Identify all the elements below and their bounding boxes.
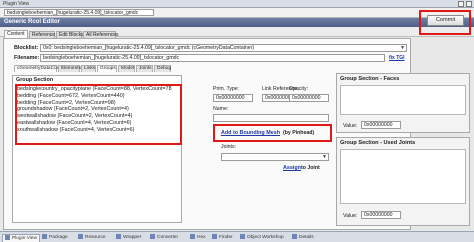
filename-field[interactable]: bedsingleboehemian_[hugeluratic-25.4.09]… (40, 54, 385, 62)
plugin-view-title: Plugin View (3, 1, 30, 7)
bottom-dock-bar: Plugin View Package Resource Wrapper Con… (0, 231, 474, 242)
package-icon (42, 234, 47, 239)
used-joints-list[interactable] (340, 149, 466, 204)
dock-tab-label: Object Workshop (247, 235, 284, 240)
dock-tab-label: Plugin View (12, 236, 37, 241)
faces-list[interactable] (340, 85, 466, 115)
blocklist-value: 0x0: bedsingleboehemian_[hugeluratic-25.… (43, 45, 255, 51)
dock-tab-label: Resource (85, 235, 106, 240)
prim-type-label: Prim. Type: (213, 86, 240, 92)
dock-tab-label: Details (299, 235, 314, 240)
faces-value-label: Value: (343, 123, 358, 129)
finder-icon (212, 234, 217, 239)
used-joints-panel-title: Group Section - Used Joints (340, 140, 416, 146)
dock-tab-converter[interactable]: Converter (150, 234, 178, 242)
fix-tgi-link[interactable]: fix TGI (389, 55, 405, 61)
dock-tab-wrapper[interactable]: Wrapper (116, 234, 141, 242)
path-row: bedsingleboehemian_[hugeluratic-25.4.09]… (0, 8, 474, 18)
used-joints-value-field[interactable]: 0x00000000 (361, 211, 401, 219)
blocklist-select[interactable]: 0x0: bedsingleboehemian_[hugeluratic-25.… (40, 44, 407, 52)
name-label: Name: (213, 106, 229, 112)
faces-value-field[interactable]: 0x00000000 (361, 121, 401, 129)
used-joints-panel: Group Section - Used Joints Value: 0x000… (336, 137, 470, 226)
dock-tab-finder[interactable]: Finder (212, 234, 233, 242)
dock-tab-package[interactable]: Package (42, 234, 68, 242)
subtab-model[interactable]: Model (118, 65, 135, 72)
details-icon (292, 234, 297, 239)
object-workshop-icon (240, 234, 245, 239)
dock-tab-label: Finder (219, 235, 233, 240)
filename-label: Filename: (14, 55, 40, 61)
dock-tab-label: Wrapper (123, 235, 142, 240)
used-joints-value-label: Value: (343, 213, 358, 219)
joints-select[interactable]: ▼ (221, 153, 329, 161)
subtab-links[interactable]: Links (81, 65, 96, 72)
wrapper-icon (116, 234, 121, 239)
dock-tab-label: Package (49, 235, 68, 240)
name-field[interactable] (213, 114, 329, 122)
dock-tab-label: Hex (197, 235, 206, 240)
plugin-view-icon (5, 235, 10, 240)
opacity-label: Opacity: (289, 86, 309, 92)
subtab-geometry-container[interactable]: cGeometryDataContainer (14, 65, 71, 72)
blocklist-label: Blocklist: (14, 45, 39, 51)
chevron-down-icon: ▼ (322, 154, 327, 160)
opacity-field[interactable]: 0x00000000 (289, 94, 329, 102)
subtab-joints[interactable]: Joints (136, 65, 153, 72)
dock-tab-details[interactable]: Details (292, 234, 314, 242)
faces-panel-title: Group Section - Faces (340, 76, 400, 82)
prim-type-field[interactable]: 0x00000000 (213, 94, 253, 102)
commit-highlight (419, 10, 471, 35)
close-icon[interactable] (466, 1, 472, 7)
converter-icon (150, 234, 155, 239)
subtab-elements[interactable]: Elements (58, 65, 81, 72)
minimize-icon[interactable] (458, 1, 464, 7)
subtab-debug[interactable]: Debug (154, 65, 171, 72)
group-list-highlight (15, 84, 182, 145)
add-bounding-mesh-highlight (213, 124, 332, 142)
assign-link[interactable]: Assign (283, 165, 301, 171)
faces-panel: Group Section - Faces Value: 0x00000000 (336, 73, 470, 133)
plugin-view-bar: Plugin View (0, 0, 474, 8)
joints-label: Joints: (221, 144, 236, 150)
editor-title-bar: Generic Rcol Editor (0, 18, 474, 27)
hex-icon (190, 234, 195, 239)
subtab-groups[interactable]: Groups (97, 65, 117, 72)
chevron-down-icon: ▼ (400, 45, 405, 51)
editor-title: Generic Rcol Editor (4, 19, 61, 25)
group-section-title: Group Section (16, 77, 54, 83)
dock-tab-hex[interactable]: Hex (190, 234, 206, 242)
dock-tab-label: Converter (157, 235, 179, 240)
dock-tab-object-workshop[interactable]: Object Workshop (240, 234, 284, 242)
resource-icon (78, 234, 83, 239)
assign-suffix: to Joint (301, 165, 320, 171)
dock-tab-plugin-view[interactable]: Plugin View (2, 234, 40, 242)
resource-path-field[interactable]: bedsingleboehemian_[hugeluratic-25.4.09]… (4, 9, 154, 16)
dock-tab-resource[interactable]: Resource (78, 234, 106, 242)
